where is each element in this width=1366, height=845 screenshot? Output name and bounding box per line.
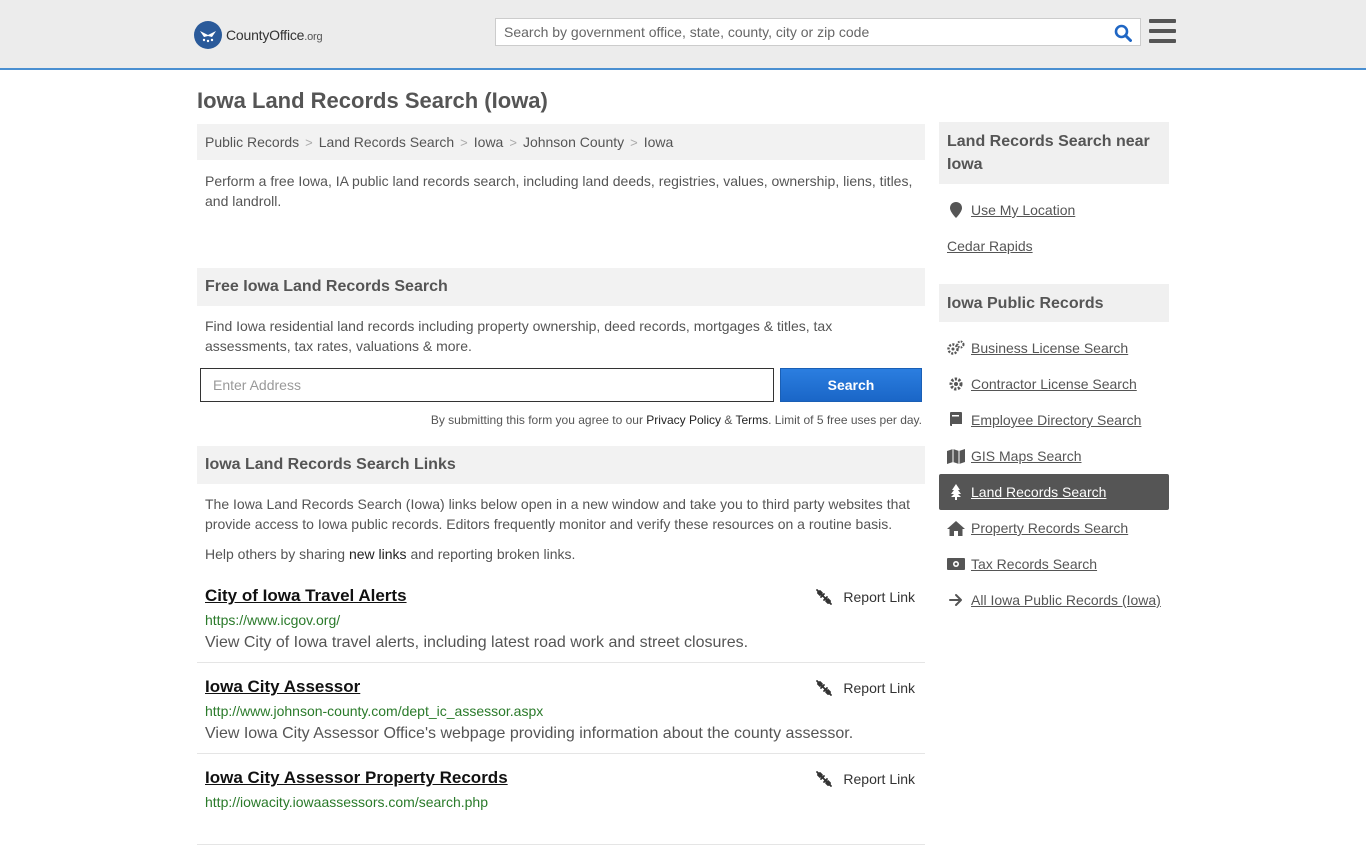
- broken-link-icon: [816, 680, 833, 696]
- eagle-logo-icon: [194, 21, 222, 49]
- logo-name: CountyOffice: [226, 27, 305, 43]
- new-links-link[interactable]: new links: [349, 546, 407, 562]
- logo-domain: .org: [304, 31, 323, 43]
- resource-description: View City of Iowa travel alerts, includi…: [205, 634, 749, 651]
- sidebar-item-employee-directory[interactable]: Employee Directory Search: [939, 402, 1169, 438]
- breadcrumb-county[interactable]: Johnson County: [523, 134, 624, 150]
- broken-link-icon: [816, 589, 833, 605]
- sidebar-item-gis-maps[interactable]: GIS Maps Search: [939, 438, 1169, 474]
- form-disclaimer: By submitting this form you agree to our…: [430, 413, 922, 427]
- address-input[interactable]: [200, 368, 774, 402]
- intro-text: Perform a free Iowa, IA public land reco…: [205, 173, 913, 209]
- address-search-button[interactable]: Search: [780, 368, 922, 402]
- breadcrumb-land-records[interactable]: Land Records Search: [319, 134, 454, 150]
- report-link-button[interactable]: Report Link: [815, 588, 915, 606]
- resource-url: http://iowacity.iowaassessors.com/search…: [205, 794, 488, 810]
- arrow-right-icon: [947, 591, 965, 609]
- terms-link[interactable]: Terms: [735, 413, 768, 427]
- map-marker-icon: [947, 201, 965, 219]
- book-icon: [947, 411, 965, 429]
- breadcrumb-public-records[interactable]: Public Records: [205, 134, 299, 150]
- broken-link-icon: [816, 771, 833, 787]
- links-heading: Iowa Land Records Search Links: [197, 446, 925, 484]
- menu-icon[interactable]: [1149, 19, 1176, 43]
- resource-url: https://www.icgov.org/: [205, 612, 341, 628]
- sidebar-item-all-public-records[interactable]: All Iowa Public Records (Iowa): [939, 582, 1169, 618]
- sidebar-item-land-records[interactable]: Land Records Search: [939, 474, 1169, 510]
- share-text: Help others by sharing new links and rep…: [205, 546, 576, 562]
- report-link-button[interactable]: Report Link: [815, 679, 915, 697]
- resource-description: View Iowa City Assessor Office's webpage…: [205, 725, 854, 742]
- site-search: [495, 18, 1141, 46]
- public-records-heading: Iowa Public Records: [939, 284, 1169, 322]
- nearby-heading: Land Records Search near Iowa: [939, 122, 1169, 184]
- tree-icon: [947, 483, 965, 501]
- home-icon: [947, 519, 965, 537]
- sidebar: Land Records Search near Iowa Use My Loc…: [939, 122, 1169, 618]
- sidebar-item-property-records[interactable]: Property Records Search: [939, 510, 1169, 546]
- site-logo[interactable]: CountyOffice.org: [194, 20, 323, 50]
- resource-url: http://www.johnson-county.com/dept_ic_as…: [205, 703, 544, 719]
- resource-link-title[interactable]: Iowa City Assessor Property Records: [205, 768, 508, 788]
- site-search-input[interactable]: [496, 19, 1096, 45]
- resource-link-title[interactable]: Iowa City Assessor: [205, 677, 360, 697]
- list-item: City of Iowa Travel Alerts Report Link h…: [197, 572, 925, 663]
- list-item: Iowa City Assessor Report Link http://ww…: [197, 663, 925, 754]
- report-link-button[interactable]: Report Link: [815, 770, 915, 788]
- page-title: Iowa Land Records Search (Iowa): [197, 88, 548, 113]
- breadcrumb: Public Records > Land Records Search > Iow…: [197, 124, 925, 160]
- free-search-text: Find Iowa residential land records inclu…: [205, 318, 833, 354]
- site-header: CountyOffice.org: [0, 0, 1366, 70]
- use-my-location[interactable]: Use My Location: [939, 192, 1169, 228]
- breadcrumb-city[interactable]: Iowa: [644, 134, 674, 150]
- gears-icon: [947, 339, 965, 357]
- breadcrumb-state[interactable]: Iowa: [474, 134, 504, 150]
- gear-icon: [947, 375, 965, 393]
- resource-link-title[interactable]: City of Iowa Travel Alerts: [205, 586, 407, 606]
- search-icon[interactable]: [1112, 22, 1134, 44]
- main-content: Public Records > Land Records Search > Iow…: [197, 124, 925, 845]
- privacy-policy-link[interactable]: Privacy Policy: [646, 413, 721, 427]
- map-icon: [947, 447, 965, 465]
- nearby-city-link[interactable]: Cedar Rapids: [939, 228, 1169, 264]
- links-intro-text: The Iowa Land Records Search (Iowa) link…: [205, 496, 911, 532]
- sidebar-item-tax-records[interactable]: Tax Records Search: [939, 546, 1169, 582]
- free-search-heading: Free Iowa Land Records Search: [197, 268, 925, 306]
- sidebar-item-contractor-license[interactable]: Contractor License Search: [939, 366, 1169, 402]
- sidebar-item-business-license[interactable]: Business License Search: [939, 330, 1169, 366]
- address-search-form: Search: [197, 368, 925, 404]
- money-icon: [947, 555, 965, 573]
